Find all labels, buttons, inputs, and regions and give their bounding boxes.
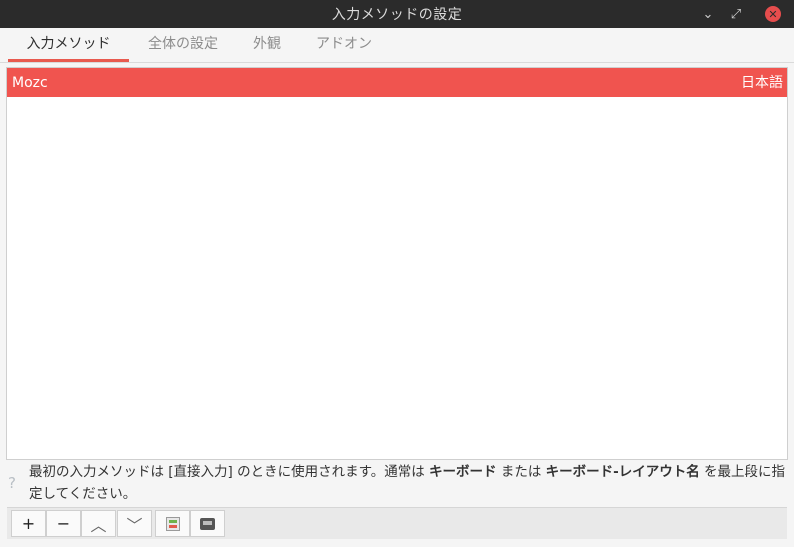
tab-input-methods[interactable]: 入力メソッド bbox=[8, 28, 129, 62]
configure-icon bbox=[165, 516, 180, 531]
tab-bar: 入力メソッド 全体の設定 外観 アドオン bbox=[0, 28, 794, 63]
list-item[interactable]: Mozc 日本語 bbox=[7, 68, 787, 97]
help-text-part2: または bbox=[496, 464, 546, 480]
chevron-down-icon: ﹀ bbox=[126, 515, 143, 535]
minimize-button[interactable]: ⌄ bbox=[696, 0, 720, 28]
tab-global-settings[interactable]: 全体の設定 bbox=[140, 28, 226, 61]
help-text-bold1: キーボード bbox=[429, 464, 497, 480]
settings-window: 入力メソッドの設定 ⌄ ⤢ ✕ 入力メソッド 全体の設定 外観 アドオン Moz… bbox=[0, 0, 794, 547]
input-method-name: Mozc bbox=[12, 75, 48, 91]
keyboard-icon bbox=[200, 517, 215, 530]
close-icon: ✕ bbox=[765, 6, 781, 22]
maximize-icon: ⤢ bbox=[730, 6, 742, 22]
input-method-language: 日本語 bbox=[741, 75, 783, 91]
help-text-bold2: キーボード-レイアウト名 bbox=[545, 464, 700, 480]
maximize-button[interactable]: ⤢ bbox=[724, 0, 748, 28]
help-note: ? 最初の入力メソッドは [直接入力] のときに使用されます。通常は キーボード… bbox=[6, 461, 790, 505]
chevron-up-icon: ︿ bbox=[90, 515, 107, 535]
tab-addons[interactable]: アドオン bbox=[306, 28, 382, 61]
keyboard-layout-button[interactable] bbox=[190, 510, 225, 537]
move-up-button[interactable]: ︿ bbox=[81, 510, 116, 537]
move-down-button[interactable]: ﹀ bbox=[117, 510, 152, 537]
list-toolbar: + − ︿ ﹀ bbox=[7, 507, 787, 539]
input-method-list[interactable]: Mozc 日本語 bbox=[6, 67, 788, 460]
tab-appearance[interactable]: 外観 bbox=[244, 28, 290, 61]
close-button[interactable]: ✕ bbox=[761, 0, 785, 28]
remove-button[interactable]: − bbox=[46, 510, 81, 537]
help-icon: ? bbox=[8, 474, 16, 492]
plus-icon: + bbox=[21, 514, 36, 533]
help-text: 最初の入力メソッドは [直接入力] のときに使用されます。通常は キーボード ま… bbox=[29, 461, 789, 505]
title-bar[interactable]: 入力メソッドの設定 ⌄ ⤢ ✕ bbox=[0, 0, 794, 28]
configure-button[interactable] bbox=[155, 510, 190, 537]
minimize-icon: ⌄ bbox=[702, 6, 714, 22]
help-text-part1: 最初の入力メソッドは [直接入力] のときに使用されます。通常は bbox=[29, 464, 430, 480]
add-button[interactable]: + bbox=[11, 510, 46, 537]
window-title: 入力メソッドの設定 bbox=[331, 7, 463, 23]
minus-icon: − bbox=[56, 514, 71, 533]
